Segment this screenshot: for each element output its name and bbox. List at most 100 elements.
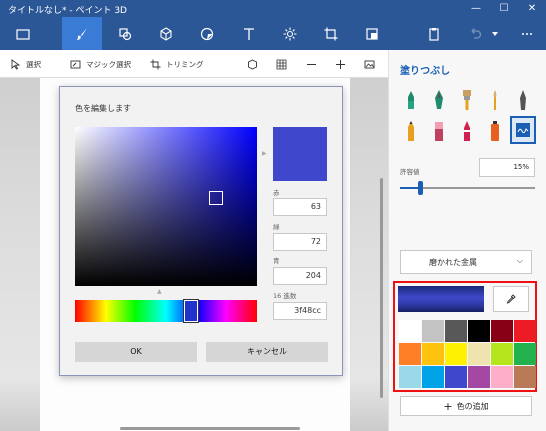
canvas-crop-icon[interactable] <box>311 17 351 50</box>
secondary-toolbar: 選択 マジック選択 トリミング <box>0 50 388 78</box>
oil-brush-tool[interactable] <box>457 88 477 112</box>
palette-swatch[interactable] <box>445 320 467 342</box>
zoom-out-button[interactable] <box>306 58 317 70</box>
brushes-icon[interactable] <box>62 17 102 50</box>
hex-field[interactable]: 3f48cc <box>273 302 327 320</box>
tolerance-slider-fill <box>400 187 421 189</box>
watercolor-tool[interactable] <box>485 88 505 112</box>
color-palette <box>399 320 536 388</box>
title-bar: タイトルなし* - ペイント 3D — ☐ ✕ <box>0 0 546 17</box>
fill-bucket-icon <box>516 123 530 137</box>
more-options-icon[interactable] <box>510 17 544 50</box>
edit-color-dialog: 色を編集します ▲ ▶ 赤 63 緑 72 青 204 16 進数 3f48cc… <box>59 86 343 376</box>
color-picker-cursor[interactable] <box>209 191 223 205</box>
marker-tool[interactable] <box>401 88 421 112</box>
palette-swatch[interactable] <box>399 366 421 388</box>
crayon-icon <box>464 121 470 141</box>
magic-select-icon <box>70 60 81 68</box>
effects-icon[interactable] <box>270 17 310 50</box>
marker-icon <box>408 91 414 109</box>
select-label: 選択 <box>26 59 41 69</box>
image-icon <box>364 60 375 68</box>
calligraphy-pen-icon <box>435 90 443 109</box>
pencil-tool[interactable] <box>401 119 421 143</box>
palette-swatch[interactable] <box>468 366 490 388</box>
text-icon[interactable] <box>229 17 269 50</box>
palette-swatch[interactable] <box>445 343 467 365</box>
cancel-button[interactable]: キャンセル <box>206 342 328 362</box>
palette-swatch[interactable] <box>445 366 467 388</box>
blue-field[interactable]: 204 <box>273 267 327 285</box>
watercolor-icon <box>493 90 497 110</box>
palette-swatch[interactable] <box>399 320 421 342</box>
spray-can-tool[interactable] <box>485 119 505 143</box>
close-button[interactable]: ✕ <box>518 0 546 17</box>
3d-view-button[interactable] <box>247 58 258 70</box>
palette-swatch[interactable] <box>422 343 444 365</box>
palette-swatch[interactable] <box>468 343 490 365</box>
3d-view-icon <box>248 58 257 70</box>
blue-label: 青 <box>273 257 280 265</box>
panel-title: 塗りつぶし <box>400 66 451 77</box>
cursor-icon <box>11 58 21 70</box>
menu-icon[interactable] <box>3 17 43 50</box>
current-color-swatch[interactable] <box>398 286 484 312</box>
horizontal-scrollbar[interactable] <box>120 427 300 430</box>
color-preview <box>273 127 327 181</box>
add-color-button[interactable]: + 色の追加 <box>400 396 532 416</box>
palette-swatch[interactable] <box>514 366 536 388</box>
crayon-tool[interactable] <box>457 119 477 143</box>
history-dropdown-icon[interactable] <box>485 17 505 50</box>
palette-swatch[interactable] <box>422 320 444 342</box>
material-label: 磨かれた金属 <box>429 258 477 267</box>
tolerance-input[interactable]: 15% <box>479 158 535 177</box>
remix-icon[interactable] <box>352 17 392 50</box>
palette-swatch[interactable] <box>468 320 490 342</box>
minus-icon <box>307 63 316 65</box>
palette-swatch[interactable] <box>491 366 513 388</box>
eyedropper-button[interactable] <box>493 286 529 312</box>
view-options-button[interactable] <box>364 58 375 70</box>
tolerance-label: 許容値 <box>400 168 420 176</box>
zoom-in-button[interactable] <box>335 58 346 70</box>
spray-can-icon <box>491 121 499 141</box>
ok-button[interactable]: OK <box>75 342 197 362</box>
palette-swatch[interactable] <box>491 343 513 365</box>
magic-select-button[interactable]: マジック選択 <box>70 58 131 70</box>
oil-brush-icon <box>463 90 471 110</box>
palette-swatch[interactable] <box>514 320 536 342</box>
hue-slider[interactable] <box>75 299 257 323</box>
select-button[interactable]: 選択 <box>10 58 41 70</box>
crop-button[interactable]: トリミング <box>150 58 204 70</box>
fill-tool[interactable] <box>510 116 536 144</box>
green-field[interactable]: 72 <box>273 233 327 251</box>
maximize-button[interactable]: ☐ <box>490 0 518 17</box>
hue-slider-thumb[interactable] <box>183 299 199 323</box>
shapes-3d-icon[interactable] <box>146 17 186 50</box>
green-label: 緑 <box>273 223 280 231</box>
saturation-value-picker[interactable] <box>75 127 257 286</box>
vertical-scrollbar[interactable] <box>380 178 383 398</box>
pixel-pen-tool[interactable] <box>513 88 533 112</box>
calligraphy-pen-tool[interactable] <box>429 88 449 112</box>
tolerance-slider-thumb[interactable] <box>418 181 424 195</box>
palette-swatch[interactable] <box>491 320 513 342</box>
material-dropdown[interactable]: 磨かれた金属 ⌵ <box>400 250 532 274</box>
stickers-icon[interactable] <box>187 17 227 50</box>
paste-icon[interactable] <box>414 17 454 50</box>
shapes-2d-icon[interactable] <box>105 17 145 50</box>
eraser-icon <box>435 122 443 141</box>
eraser-tool[interactable] <box>429 119 449 143</box>
crop-icon <box>150 59 161 69</box>
pencil-icon <box>408 121 414 141</box>
palette-swatch[interactable] <box>514 343 536 365</box>
minimize-button[interactable]: — <box>462 0 490 17</box>
expand-arrow-icon: ▶ <box>262 150 267 157</box>
window-title: タイトルなし* - ペイント 3D <box>8 6 127 16</box>
magic-select-label: マジック選択 <box>86 59 131 69</box>
grid-button[interactable] <box>276 58 287 70</box>
palette-swatch[interactable] <box>399 343 421 365</box>
grid-icon <box>276 59 287 69</box>
palette-swatch[interactable] <box>422 366 444 388</box>
red-field[interactable]: 63 <box>273 198 327 216</box>
